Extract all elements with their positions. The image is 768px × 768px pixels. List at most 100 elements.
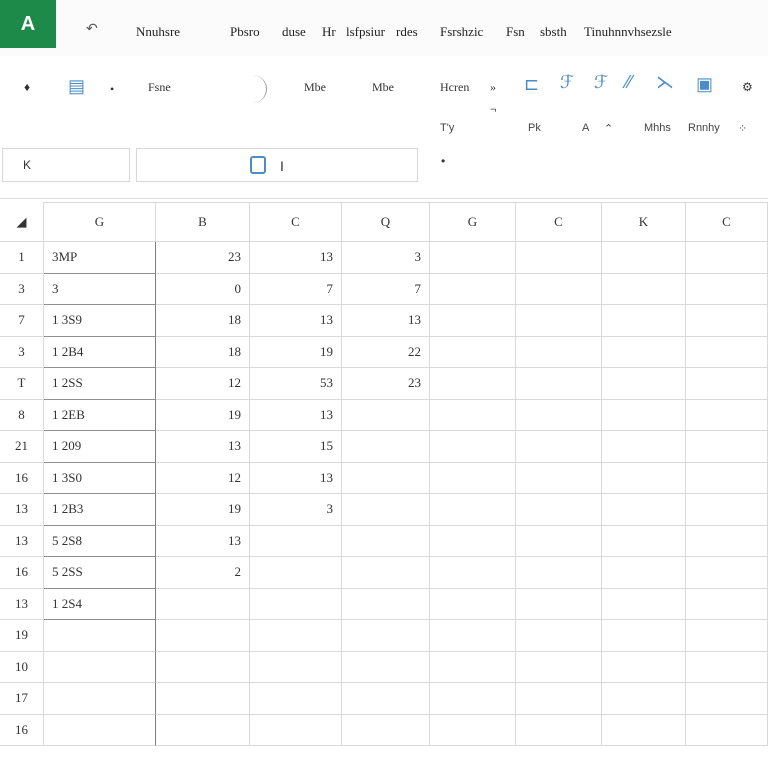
grid-cell[interactable] [516,494,602,526]
column-header[interactable]: Q [342,202,430,242]
grid-cell[interactable] [686,336,768,368]
font-dropdown[interactable] [230,75,267,103]
grid-cell[interactable]: 13 [250,242,342,274]
grid-cell[interactable] [516,525,602,557]
grid-cell[interactable]: 18 [156,336,250,368]
grid-cell[interactable] [250,620,342,652]
grid-cell[interactable] [516,242,602,274]
row-header[interactable]: 16 [0,462,44,494]
grid-cell[interactable]: 13 [250,305,342,337]
grid-cell[interactable] [342,431,430,463]
paste-icon[interactable]: ▤ [68,76,85,97]
grid-cell[interactable] [156,588,250,620]
row-header[interactable]: 10 [0,651,44,683]
grid-cell[interactable] [686,714,768,746]
grid-cell[interactable] [516,368,602,400]
ribbon-small-1[interactable]: T'y [440,122,454,134]
grid-cell[interactable] [686,525,768,557]
grid-cell[interactable] [156,714,250,746]
grid-cell[interactable] [44,651,156,683]
grid-cell[interactable] [686,399,768,431]
grid-cell[interactable] [342,714,430,746]
grid-cell[interactable]: 53 [250,368,342,400]
grid-cell[interactable] [686,368,768,400]
row-header[interactable]: 3 [0,336,44,368]
menu-item-9[interactable]: sbsth [540,24,567,40]
grid-cell[interactable] [430,557,516,589]
grid-cell[interactable]: 1 2S4 [44,588,156,620]
grid-cell[interactable] [516,588,602,620]
grid-cell[interactable] [250,683,342,715]
grid-cell[interactable] [602,336,686,368]
grid-cell[interactable] [250,588,342,620]
font-name-label[interactable]: Fsne [148,80,171,95]
column-header[interactable]: C [250,202,342,242]
grid-cell[interactable] [686,242,768,274]
grid-cell[interactable]: 3 [250,494,342,526]
undo-icon[interactable]: ↶ [86,20,98,37]
grid-cell[interactable] [516,462,602,494]
grid-cell[interactable] [516,305,602,337]
ribbon-small-3[interactable]: Pk [528,122,541,134]
grid-cell[interactable] [686,588,768,620]
grid-cell[interactable] [602,242,686,274]
grid-cell[interactable] [430,399,516,431]
grid-cell[interactable]: 13 [250,462,342,494]
grid-cell[interactable] [516,714,602,746]
row-header[interactable]: 13 [0,494,44,526]
grid-cell[interactable] [516,399,602,431]
grid-cell[interactable] [602,683,686,715]
grid-cell[interactable]: 13 [156,431,250,463]
row-header[interactable]: 16 [0,557,44,589]
grid-cell[interactable] [430,620,516,652]
select-all-corner[interactable]: ◢ [0,202,44,242]
grid-cell[interactable] [686,431,768,463]
function-icon[interactable] [250,156,266,174]
column-header[interactable]: K [602,202,686,242]
grid-cell[interactable] [516,431,602,463]
grid-cell[interactable]: 3 [44,273,156,305]
row-header[interactable]: T [0,368,44,400]
ribbon-more[interactable]: » [490,80,496,95]
grid-cell[interactable]: 18 [156,305,250,337]
grid-cell[interactable] [516,651,602,683]
row-header[interactable]: 8 [0,399,44,431]
grid-cell[interactable] [686,651,768,683]
grid-cell[interactable] [602,368,686,400]
grid-cell[interactable]: 22 [342,336,430,368]
grid-cell[interactable] [342,651,430,683]
row-header[interactable]: 16 [0,714,44,746]
grid-cell[interactable] [342,525,430,557]
grid-cell[interactable] [602,462,686,494]
menu-item-10[interactable]: Tinuhnnvhsezsle [584,24,672,40]
grid-cell[interactable]: 1 3S9 [44,305,156,337]
grid-cell[interactable] [250,714,342,746]
grid-cell[interactable]: 19 [156,494,250,526]
grid-cell[interactable]: 1 2B4 [44,336,156,368]
grid-cell[interactable]: 1 2SS [44,368,156,400]
spreadsheet-grid[interactable]: ◢ G B C Q G C K C 1 3MP 23 13 3 3 3 0 7 7 7 1 3S9 18 13 13 3 1 2B… [0,202,768,768]
grid-cell[interactable] [430,683,516,715]
menu-item-4[interactable]: Hr [322,24,336,40]
grid-cell[interactable] [342,462,430,494]
grid-cell[interactable] [430,525,516,557]
grid-cell[interactable]: 12 [156,462,250,494]
column-header[interactable]: G [44,202,156,242]
grid-cell[interactable] [342,494,430,526]
grid-cell[interactable] [44,620,156,652]
column-header[interactable]: G [430,202,516,242]
grid-cell[interactable] [430,242,516,274]
grid-cell[interactable] [430,494,516,526]
row-header[interactable]: 13 [0,525,44,557]
grid-cell[interactable] [602,557,686,589]
settings-icon[interactable]: ⚙ [742,80,753,95]
column-header[interactable]: C [516,202,602,242]
menu-item-2[interactable]: Pbsro [230,24,260,40]
formula-area[interactable] [136,148,418,182]
row-header[interactable]: 17 [0,683,44,715]
grid-cell[interactable]: 19 [156,399,250,431]
grid-cell[interactable] [430,588,516,620]
ribbon-small-6[interactable]: Rnnhy [688,122,720,134]
name-box[interactable]: K [2,148,130,182]
grid-cell[interactable]: 1 2EB [44,399,156,431]
